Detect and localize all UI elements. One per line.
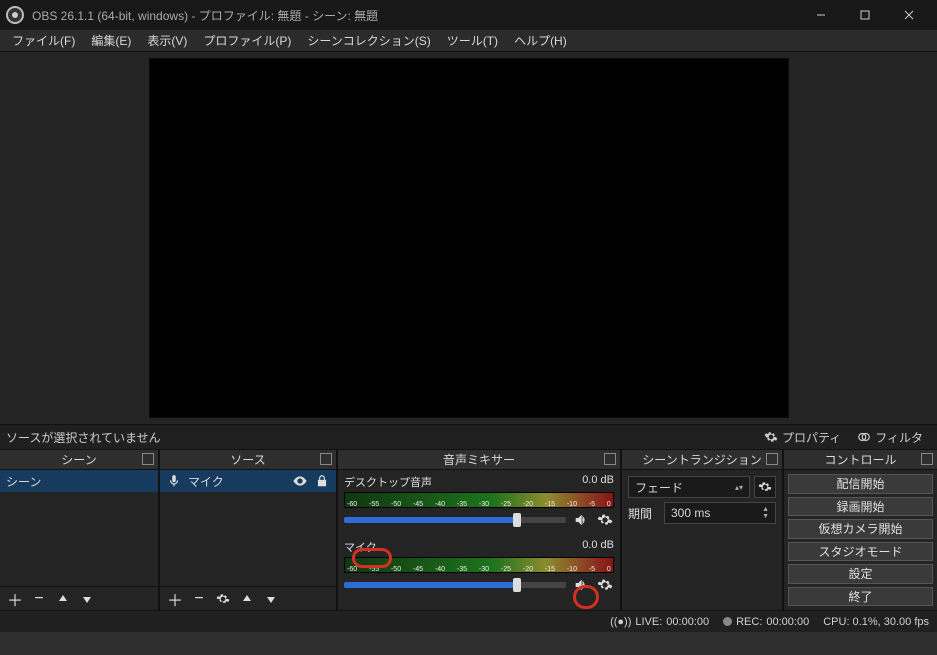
duration-label: 期間 (628, 505, 660, 522)
dock-transitions-title: シーントランジション (642, 451, 761, 468)
filter-icon (857, 430, 871, 444)
dock-mixer-header: 音声ミキサー (338, 450, 620, 470)
remove-scene-button[interactable]: − (28, 588, 50, 610)
chevron-updown-icon: ▴▾ (735, 483, 743, 492)
mixer-channel: マイク 0.0 dB -60-55-50-45-40-35-30-25-20-15-… (338, 535, 620, 600)
broadcast-icon: ((●)) (610, 616, 631, 628)
add-source-button[interactable]: ＋ (164, 588, 186, 610)
popout-icon[interactable] (142, 453, 154, 465)
dock-scenes-header: シーン (0, 450, 158, 470)
dock-sources: ソース マイク ＋ − (160, 450, 336, 610)
source-label: マイク (188, 473, 286, 490)
menu-item[interactable]: 編集(E) (83, 30, 139, 51)
rec-status: REC: 00:00:00 (723, 616, 809, 628)
channel-settings-button[interactable] (596, 511, 614, 529)
control-button[interactable]: 設定 (788, 564, 933, 584)
control-button[interactable]: スタジオモード (788, 542, 933, 562)
sources-toolbar: ＋ − (160, 586, 336, 610)
remove-source-button[interactable]: − (188, 588, 210, 610)
title-bar: OBS 26.1.1 (64-bit, windows) - プロファイル: 無… (0, 0, 937, 30)
speaker-icon[interactable] (572, 511, 590, 529)
live-status: ((●)) LIVE: 00:00:00 (610, 616, 709, 628)
info-bar: ソースが選択されていません プロパティ フィルタ (0, 424, 937, 450)
menu-item[interactable]: ファイル(F) (4, 30, 83, 51)
volume-slider[interactable] (344, 582, 566, 588)
gear-icon (764, 430, 778, 444)
lock-icon[interactable] (314, 473, 330, 489)
move-scene-down-button[interactable] (76, 588, 98, 610)
docks: シーン シーン ＋ − ソース マイク (0, 450, 937, 610)
sources-list: マイク (160, 470, 336, 586)
app-logo-icon (6, 6, 24, 24)
add-scene-button[interactable]: ＋ (4, 588, 26, 610)
menu-item[interactable]: プロファイル(P) (195, 30, 299, 51)
channel-db: 0.0 dB (582, 474, 614, 490)
popout-icon[interactable] (604, 453, 616, 465)
window-title: OBS 26.1.1 (64-bit, windows) - プロファイル: 無… (32, 7, 799, 24)
control-button[interactable]: 録画開始 (788, 497, 933, 517)
visibility-icon[interactable] (292, 473, 308, 489)
dock-controls-header: コントロール (784, 450, 937, 470)
properties-button[interactable]: プロパティ (756, 426, 849, 449)
dock-sources-title: ソース (230, 451, 265, 468)
duration-input[interactable]: 300 ms ▲▼ (664, 502, 776, 524)
no-source-message: ソースが選択されていません (6, 429, 756, 446)
level-meter: -60-55-50-45-40-35-30-25-20-15-10-50 (344, 492, 614, 508)
mixer-channel: デスクトップ音声 0.0 dB -60-55-50-45-40-35-30-25-2… (338, 470, 620, 535)
maximize-button[interactable] (843, 1, 887, 29)
channel-name: デスクトップ音声 (344, 474, 432, 490)
close-button[interactable] (887, 1, 931, 29)
control-button[interactable]: 仮想カメラ開始 (788, 519, 933, 539)
menu-item[interactable]: ヘルプ(H) (506, 30, 575, 51)
channel-settings-button[interactable] (596, 576, 614, 594)
dock-scenes: シーン シーン ＋ − (0, 450, 158, 610)
source-settings-button[interactable] (212, 588, 234, 610)
preview-area (0, 52, 937, 424)
control-button[interactable]: 終了 (788, 587, 933, 607)
scene-item[interactable]: シーン (0, 470, 158, 492)
dock-mixer-title: 音声ミキサー (443, 451, 515, 468)
control-button[interactable]: 配信開始 (788, 474, 933, 494)
dock-sources-header: ソース (160, 450, 336, 470)
menu-item[interactable]: シーンコレクション(S) (299, 30, 438, 51)
level-meter: -60-55-50-45-40-35-30-25-20-15-10-50 (344, 557, 614, 573)
menu-item[interactable]: 表示(V) (139, 30, 195, 51)
scenes-list: シーン (0, 470, 158, 586)
dock-controls-title: コントロール (824, 451, 896, 468)
preview-canvas[interactable] (149, 58, 789, 418)
popout-icon[interactable] (766, 453, 778, 465)
scenes-toolbar: ＋ − (0, 586, 158, 610)
transition-settings-button[interactable] (754, 476, 776, 498)
dock-transitions-header: シーントランジション (622, 450, 782, 470)
speaker-icon[interactable] (572, 576, 590, 594)
move-source-up-button[interactable] (236, 588, 258, 610)
channel-name: マイク (344, 539, 377, 555)
dock-transitions: シーントランジション フェード ▴▾ 期間 300 ms ▲▼ (622, 450, 782, 610)
popout-icon[interactable] (320, 453, 332, 465)
properties-label: プロパティ (782, 429, 841, 446)
dock-mixer: 音声ミキサー デスクトップ音声 0.0 dB -60-55-50-45-40-35-… (338, 450, 620, 610)
filters-button[interactable]: フィルタ (849, 426, 931, 449)
channel-db: 0.0 dB (582, 539, 614, 555)
cpu-status: CPU: 0.1%, 30.00 fps (823, 616, 929, 628)
volume-slider[interactable] (344, 517, 566, 523)
move-source-down-button[interactable] (260, 588, 282, 610)
minimize-button[interactable] (799, 1, 843, 29)
menu-bar: ファイル(F)編集(E)表示(V)プロファイル(P)シーンコレクション(S)ツー… (0, 30, 937, 52)
dock-controls: コントロール 配信開始録画開始仮想カメラ開始スタジオモード設定終了 (784, 450, 937, 610)
menu-item[interactable]: ツール(T) (439, 30, 506, 51)
record-dot-icon (723, 617, 732, 626)
popout-icon[interactable] (921, 453, 933, 465)
move-scene-up-button[interactable] (52, 588, 74, 610)
source-item[interactable]: マイク (160, 470, 336, 492)
spinner-arrows-icon[interactable]: ▲▼ (762, 506, 769, 520)
transition-select[interactable]: フェード ▴▾ (628, 476, 750, 498)
dock-scenes-title: シーン (61, 451, 96, 468)
mic-icon (166, 473, 182, 489)
status-bar: ((●)) LIVE: 00:00:00 REC: 00:00:00 CPU: … (0, 610, 937, 632)
filters-label: フィルタ (875, 429, 923, 446)
